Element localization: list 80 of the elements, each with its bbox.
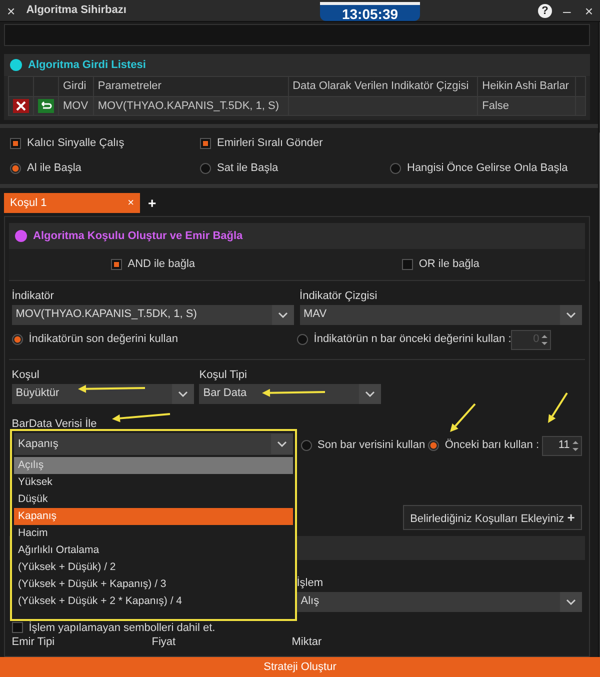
table-cell: MOV(THYAO.KAPANIS_T.5DK, 1, S) — [93, 96, 288, 116]
section-title: Algoritma Koşulu Oluştur ve Emir Bağla — [33, 228, 243, 244]
field-label: BarData Verisi İle — [12, 416, 97, 432]
checkbox[interactable] — [110, 259, 122, 270]
column-header: Girdi — [58, 76, 94, 96]
radio-label: Al ile Başla — [27, 161, 82, 176]
radio-button[interactable] — [296, 334, 308, 345]
arrow-annotation — [262, 388, 326, 397]
condition-type-dropdown[interactable]: Bar Data — [199, 384, 382, 404]
radio-label: Sat ile Başla — [217, 161, 278, 176]
condition-dropdown[interactable]: Büyüktür — [12, 384, 194, 404]
add-conditions-button[interactable]: Belirlediğiniz Koşulları Ekleyiniz + — [403, 504, 582, 530]
radio-button[interactable] — [428, 440, 439, 451]
refresh-icon[interactable] — [38, 98, 54, 113]
clock: 13:05:39 — [320, 2, 420, 21]
radio-button[interactable] — [10, 163, 21, 174]
table-cell: False — [478, 96, 576, 116]
checkbox-label: OR ile bağla — [418, 257, 480, 272]
indicator-line-dropdown[interactable]: MAV — [300, 304, 582, 324]
caret-icon[interactable] — [272, 304, 294, 324]
arrow-annotation — [78, 384, 146, 393]
radio-button[interactable] — [390, 163, 401, 174]
table-cell: MOV — [58, 96, 94, 116]
caret-icon[interactable] — [172, 384, 194, 404]
checkbox[interactable] — [200, 138, 211, 149]
checkbox-label: Kalıcı Sinyalle Çalış — [27, 136, 124, 152]
checkbox-label: Emirleri Sıralı Gönder — [217, 136, 323, 152]
caret-icon[interactable] — [359, 384, 382, 404]
caret-icon[interactable] — [560, 304, 582, 324]
circle-icon — [10, 59, 22, 71]
radio-button[interactable] — [200, 163, 211, 174]
field-label: Emir Tipi — [12, 634, 56, 650]
circle-icon — [15, 230, 27, 242]
column-header: Parametreler — [93, 76, 288, 96]
bardata-dropdown[interactable]: Kapanış — [14, 433, 293, 455]
column-header: Data Olarak Verilen Indikatör Çizgisi — [288, 76, 478, 96]
dropdown-option[interactable]: Yüksek — [14, 474, 293, 491]
add-tab-button[interactable]: + — [140, 192, 164, 214]
radio-label: İndikatörün son değerini kullan — [28, 332, 178, 348]
caret-icon[interactable] — [560, 592, 582, 612]
field-label: İşlem — [296, 576, 324, 590]
close-button[interactable]: × — [4, 2, 18, 20]
dropdown-option[interactable]: Ağırlıklı Ortalama — [14, 542, 293, 559]
caret-icon[interactable] — [271, 434, 293, 454]
indicator-dropdown[interactable]: MOV(THYAO.KAPANIS_T.5DK, 1, S) — [12, 304, 294, 324]
field-label: İndikatör — [12, 288, 54, 304]
radio-label: Son bar verisini kullan — [318, 438, 426, 454]
radio-label: Hangisi Önce Gelirse Onla Başla — [407, 160, 568, 176]
arrow-annotation — [548, 392, 568, 423]
field-label: İndikatör Çizgisi — [300, 288, 378, 304]
radio-button[interactable] — [12, 334, 23, 345]
operation-dropdown[interactable]: Alış — [296, 592, 582, 612]
dropdown-option[interactable]: (Yüksek + Düşük + 2 * Kapanış) / 4 — [14, 593, 293, 610]
field-label: Miktar — [292, 634, 323, 650]
field-label: Koşul Tipi — [199, 368, 247, 382]
help-button[interactable]: ? — [538, 4, 552, 18]
dropdown-option[interactable]: (Yüksek + Düşük) / 2 — [14, 559, 293, 576]
number-field[interactable]: 11 — [542, 436, 582, 456]
checkbox[interactable] — [10, 138, 21, 149]
spinner-arrows-icon[interactable] — [572, 438, 579, 452]
checkbox-label: AND ile bağla — [128, 257, 196, 272]
window-title: Algoritma Sihirbazı — [26, 3, 126, 18]
radio-label: İndikatörün n bar önceki değerini kullan : — [314, 332, 512, 348]
checkbox-label: İşlem yapılamayan sembolleri dahil et. — [28, 620, 216, 634]
dropdown-option[interactable]: (Yüksek + Düşük + Kapanış) / 3 — [14, 576, 293, 593]
dropdown-option[interactable]: Düşük — [14, 491, 293, 508]
dropdown-option[interactable]: Hacim — [14, 525, 293, 542]
close-button[interactable]: × — [582, 2, 596, 20]
minimize-button[interactable]: – — [560, 2, 574, 20]
section-title: Algoritma Girdi Listesi — [28, 58, 146, 73]
field-label: Koşul — [12, 368, 40, 382]
arrow-annotation — [112, 413, 170, 422]
field-label: Fiyat — [152, 634, 177, 650]
delete-icon[interactable] — [13, 98, 29, 113]
radio-label: Önceki barı kullan : — [444, 438, 540, 454]
arrow-annotation — [450, 403, 476, 432]
checkbox[interactable] — [402, 259, 413, 270]
checkbox[interactable] — [12, 622, 23, 633]
column-header: Heikin Ashi Barlar — [478, 76, 576, 96]
radio-button[interactable] — [300, 440, 312, 451]
